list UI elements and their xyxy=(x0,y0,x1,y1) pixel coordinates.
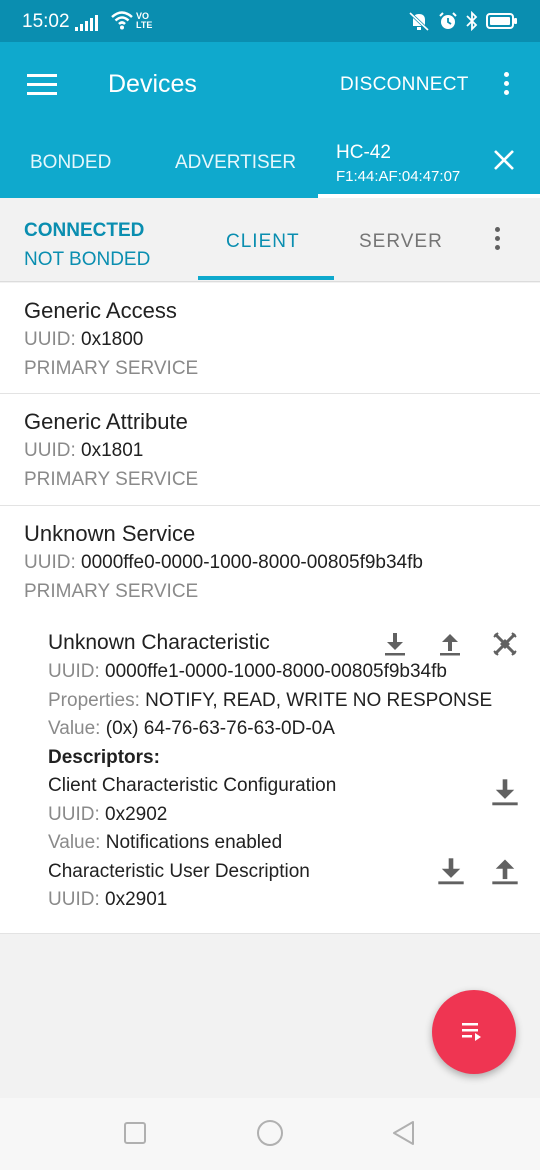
read-icon[interactable] xyxy=(490,777,520,807)
tab-server[interactable]: SERVER xyxy=(359,231,443,253)
device-address: F1:44:AF:04:47:07 xyxy=(336,168,461,185)
characteristic-properties: NOTIFY, READ, WRITE NO RESPONSE xyxy=(145,689,493,711)
service-type: PRIMARY SERVICE xyxy=(24,468,199,490)
uuid-label: UUID: xyxy=(24,329,76,350)
device-name: HC-42 xyxy=(336,142,391,163)
client-tab-indicator xyxy=(198,276,334,280)
descriptor-value: Notifications enabled xyxy=(105,832,283,853)
service-generic-attribute[interactable]: Generic Attribute UUID: 0x1801 PRIMARY S… xyxy=(0,394,540,506)
uuid-label: UUID: xyxy=(48,661,100,682)
connection-status: CONNECTED NOT BONDED xyxy=(24,216,150,274)
app-bar: Devices DISCONNECT xyxy=(0,42,540,126)
close-icon[interactable] xyxy=(492,148,516,172)
disconnect-button[interactable]: DISCONNECT xyxy=(340,74,469,96)
overflow-menu-icon[interactable] xyxy=(504,72,510,99)
page-title: Devices xyxy=(108,70,197,98)
value-label: Value: xyxy=(48,832,101,853)
service-list: Generic Access UUID: 0x1800 PRIMARY SERV… xyxy=(0,283,540,934)
service-name: Unknown Service xyxy=(24,521,196,546)
service-name: Generic Attribute xyxy=(24,409,188,434)
home-icon[interactable] xyxy=(255,1120,285,1150)
descriptor-uuid: 0x2902 xyxy=(105,803,168,825)
descriptor-uuid: 0x2901 xyxy=(105,889,168,910)
service-uuid: 0x1800 xyxy=(81,329,144,350)
read-icon[interactable] xyxy=(436,856,466,886)
log-fab-button[interactable] xyxy=(432,990,516,1074)
write-icon[interactable] xyxy=(490,856,520,886)
connection-menu-icon[interactable] xyxy=(495,227,501,254)
log-icon xyxy=(462,1023,481,1041)
uuid-label: UUID: xyxy=(24,440,76,461)
tab-client[interactable]: CLIENT xyxy=(226,231,300,253)
properties-label: Properties: xyxy=(48,689,140,711)
connection-state: CONNECTED xyxy=(24,220,145,241)
tab-bonded[interactable]: BONDED xyxy=(30,152,111,174)
service-type: PRIMARY SERVICE xyxy=(24,357,199,379)
characteristic-value: (0x) 64-76-63-76-63-0D-0A xyxy=(105,718,335,739)
uuid-label: UUID: xyxy=(48,803,100,825)
connection-bar: CONNECTED NOT BONDED CLIENT SERVER xyxy=(0,198,540,282)
bond-state: NOT BONDED xyxy=(24,249,151,270)
descriptor-item[interactable]: Characteristic User Description UUID: 0x… xyxy=(48,856,518,915)
read-icon[interactable] xyxy=(382,631,408,657)
tab-device[interactable]: HC-42 F1:44:AF:04:47:07 xyxy=(336,142,460,185)
volte-label: VO LTE xyxy=(136,11,153,30)
uuid-label: UUID: xyxy=(24,552,76,573)
signal-icon xyxy=(75,13,98,31)
battery-icon xyxy=(486,13,517,29)
status-time: 15:02 xyxy=(22,11,70,32)
bluetooth-icon xyxy=(466,11,478,31)
back-icon[interactable] xyxy=(391,1120,417,1146)
alarm-icon xyxy=(439,12,457,29)
service-type: PRIMARY SERVICE xyxy=(24,580,199,602)
device-tabs: BONDED ADVERTISER HC-42 F1:44:AF:04:47:0… xyxy=(0,126,540,198)
service-uuid: 0x1801 xyxy=(81,440,144,461)
notifications-disable-icon[interactable] xyxy=(492,631,518,657)
descriptors-heading: Descriptors: xyxy=(48,746,160,768)
descriptor-name: Client Characteristic Configuration xyxy=(48,775,337,796)
descriptor-item[interactable]: Client Characteristic Configuration UUID… xyxy=(48,772,518,858)
tab-advertiser[interactable]: ADVERTISER xyxy=(175,152,296,174)
service-uuid: 0000ffe0-0000-1000-8000-00805f9b34fb xyxy=(81,552,423,573)
menu-icon[interactable] xyxy=(27,74,57,96)
recents-icon[interactable] xyxy=(122,1120,148,1146)
wifi-icon xyxy=(111,11,133,30)
service-unknown[interactable]: Unknown Service UUID: 0000ffe0-0000-1000… xyxy=(0,506,540,934)
navigation-bar xyxy=(0,1098,540,1170)
mute-icon xyxy=(408,11,430,31)
uuid-label: UUID: xyxy=(48,889,100,910)
status-bar: 15:02 VO LTE xyxy=(0,0,540,42)
value-label: Value: xyxy=(48,718,101,739)
characteristic-item[interactable]: Unknown Characteristic UUID: 0000ffe1-00… xyxy=(48,628,518,915)
service-name: Generic Access xyxy=(24,298,177,323)
write-icon[interactable] xyxy=(437,631,463,657)
service-generic-access[interactable]: Generic Access UUID: 0x1800 PRIMARY SERV… xyxy=(0,283,540,394)
characteristic-uuid: 0000ffe1-0000-1000-8000-00805f9b34fb xyxy=(105,661,447,682)
